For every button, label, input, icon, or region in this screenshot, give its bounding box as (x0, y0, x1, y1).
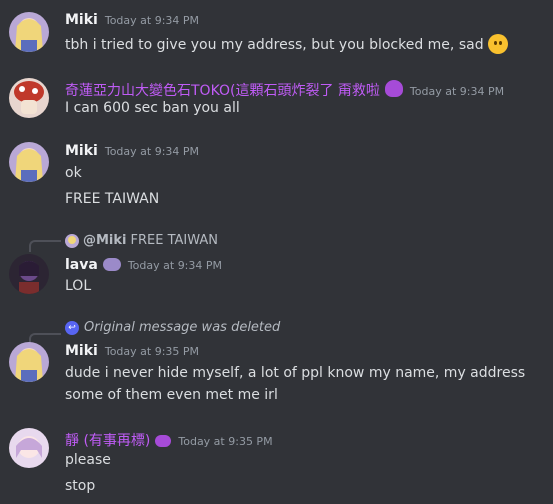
timestamp: Today at 9:35 PM (178, 435, 273, 448)
username[interactable]: lava (65, 257, 98, 273)
username[interactable]: Miki (65, 12, 98, 28)
deleted-notice: Original message was deleted (84, 320, 281, 335)
message-text: FREE TAIWAN (65, 191, 160, 207)
role-badge-icon (384, 80, 403, 97)
avatar[interactable] (9, 254, 49, 294)
avatar[interactable] (9, 428, 49, 468)
avatar[interactable] (9, 342, 49, 382)
reply-preview[interactable]: @Miki FREE TAIWAN (65, 233, 218, 248)
username[interactable]: Miki (65, 343, 98, 359)
reply-connector (29, 240, 61, 252)
avatar (65, 233, 79, 248)
timestamp: Today at 9:34 PM (127, 259, 223, 272)
message-text-content: tbh i tried to give you my address, but … (65, 37, 484, 53)
username[interactable]: 奇蓮亞力山大變色石TOKO(這顆石頭炸裂了 甭救啦 (65, 80, 380, 100)
avatar[interactable] (9, 142, 49, 182)
reply-preview: ↩ Original message was deleted (65, 320, 280, 335)
timestamp: Today at 9:34 PM (409, 85, 505, 98)
username[interactable]: 靜 (有事再標) (65, 430, 150, 450)
message-text: please (65, 452, 111, 468)
message-text: I can 600 sec ban you all (65, 100, 240, 116)
reply-arrow-icon: ↩ (65, 320, 79, 335)
message-text: stop (65, 478, 96, 494)
role-badge-icon (102, 258, 121, 271)
message-text: tbh i tried to give you my address, but … (65, 34, 508, 55)
username[interactable]: Miki (65, 143, 98, 159)
timestamp: Today at 9:34 PM (104, 145, 200, 158)
message-text: ok (65, 165, 82, 181)
timestamp: Today at 9:34 PM (104, 14, 200, 27)
avatar[interactable] (9, 12, 49, 52)
reply-text: FREE TAIWAN (130, 233, 219, 248)
message-text: some of them even met me irl (65, 387, 278, 403)
timestamp: Today at 9:35 PM (104, 345, 200, 358)
message-text: LOL (65, 278, 92, 294)
frowning-face-emoji-icon[interactable] (487, 34, 508, 54)
reply-author[interactable]: @Miki (83, 233, 127, 248)
role-badge-icon (155, 435, 172, 447)
message-text: dude i never hide myself, a lot of ppl k… (65, 365, 526, 381)
avatar[interactable] (9, 78, 49, 118)
